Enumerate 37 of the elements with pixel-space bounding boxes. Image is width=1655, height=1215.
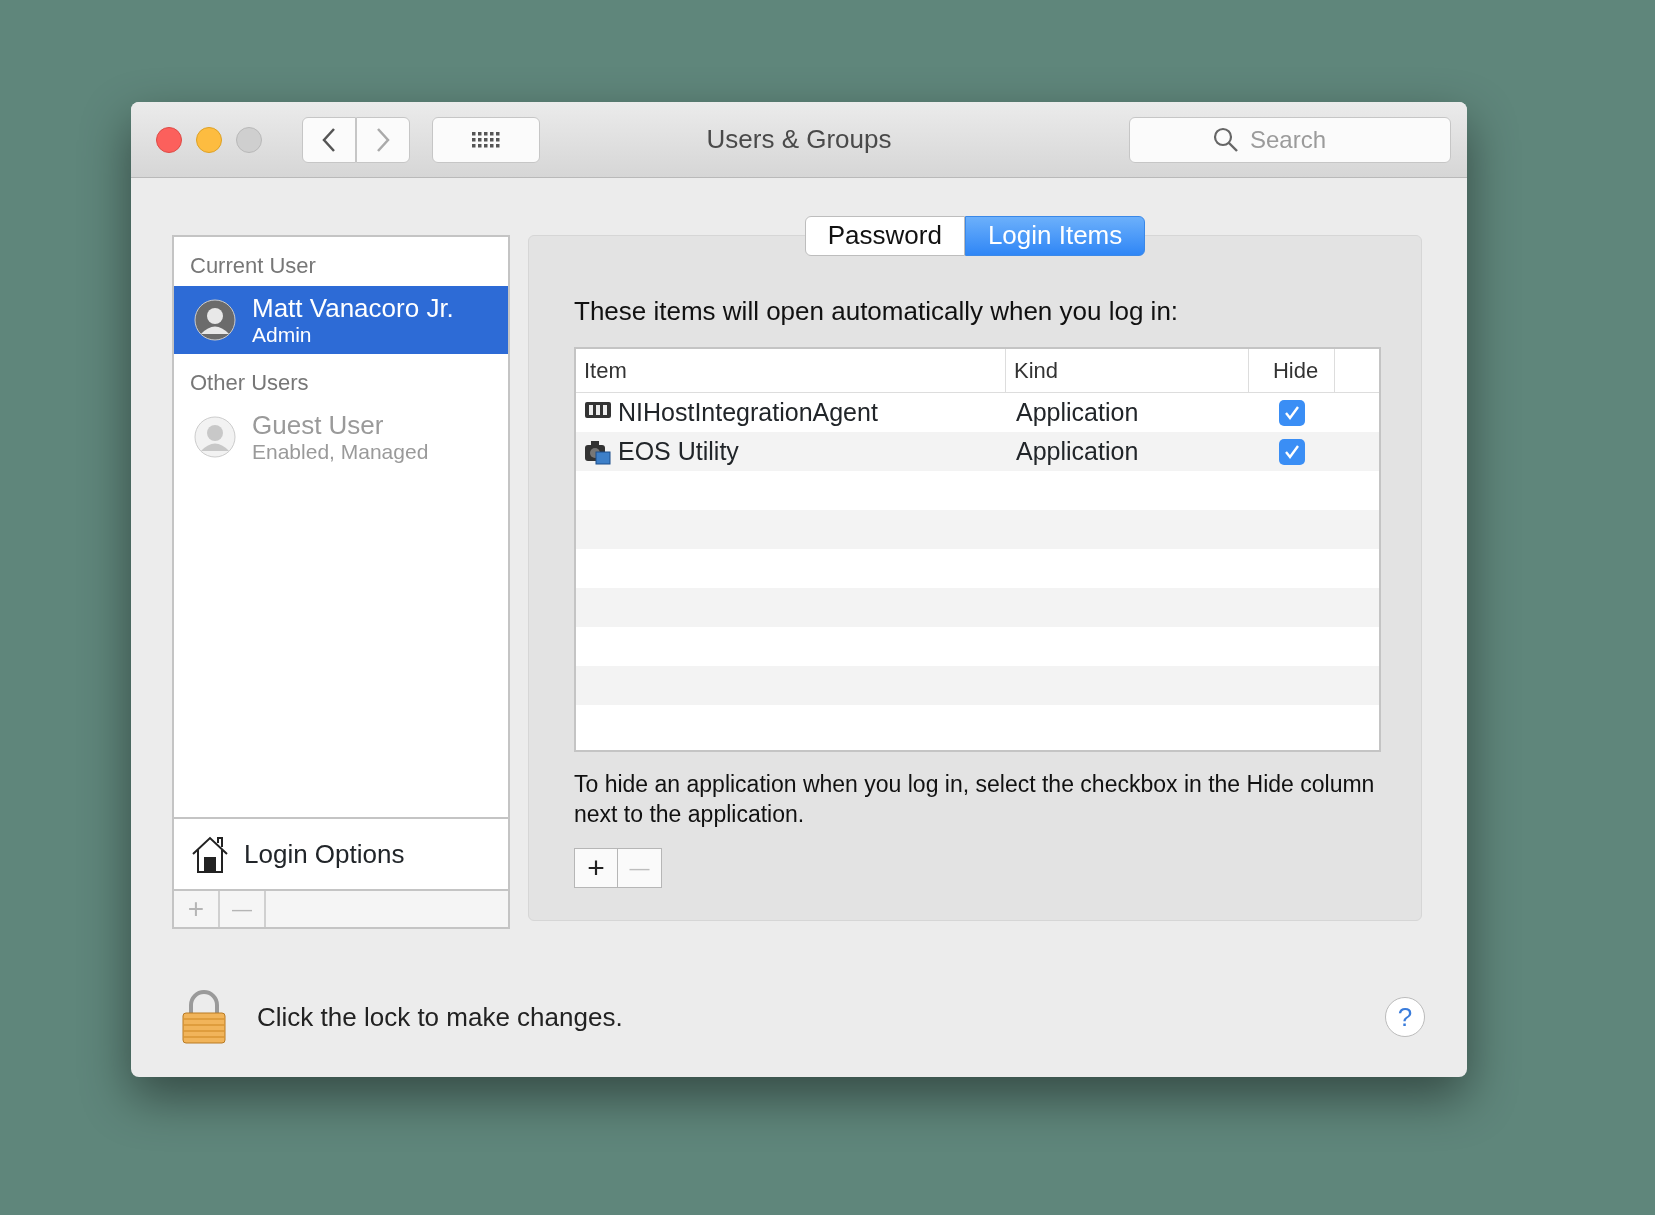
avatar-icon: [194, 299, 236, 341]
user-name: Matt Vanacoro Jr.: [252, 294, 454, 323]
tab[interactable]: Login Items: [964, 216, 1146, 256]
hide-checkbox[interactable]: [1279, 399, 1305, 426]
column-header[interactable]: Item: [576, 349, 1006, 392]
back-chevron-icon: [322, 126, 336, 153]
login-options-label[interactable]: Login Options: [244, 834, 405, 874]
section-heading: Other Users: [189, 369, 310, 397]
house-icon: [190, 834, 230, 874]
hide-checkbox[interactable]: [1279, 438, 1305, 465]
search-field[interactable]: Search: [1129, 116, 1451, 163]
lock-icon: [181, 989, 227, 1045]
grid-icon: [472, 131, 500, 148]
column-header[interactable]: Kind: [1006, 349, 1249, 392]
section-heading: Current User: [189, 252, 317, 280]
user-row[interactable]: Matt Vanacoro Jr. Admin: [174, 286, 508, 354]
column-header[interactable]: Hide: [1249, 349, 1335, 392]
lock-message: Click the lock to make changes.: [257, 1000, 623, 1034]
user-name: Guest User: [252, 411, 385, 440]
add-button[interactable]: +: [574, 847, 618, 888]
hint-text: To hide an application when you log in, select the checkbox in the Hide column next to the application.: [574, 770, 1376, 829]
close-button[interactable]: [156, 126, 182, 153]
item-name: EOS Utility: [618, 435, 739, 467]
minimize-button[interactable]: [196, 126, 222, 153]
avatar-icon: [194, 416, 236, 458]
item-name: NIHostIntegrationAgent: [618, 396, 878, 428]
window-title: Users & Groups: [706, 124, 892, 154]
forward-chevron-icon: [376, 126, 390, 153]
user-role: Admin: [252, 322, 313, 346]
back-button[interactable]: [302, 116, 356, 163]
item-kind: Application: [1015, 435, 1140, 467]
tab[interactable]: Password: [804, 216, 965, 256]
intro-text: These items will open automatically when you log in:: [574, 295, 1180, 328]
show-all-button[interactable]: [432, 116, 540, 163]
user-role: Enabled, Managed: [252, 439, 429, 463]
help-button[interactable]: ?: [1385, 997, 1425, 1037]
item-kind: Application: [1015, 396, 1140, 428]
